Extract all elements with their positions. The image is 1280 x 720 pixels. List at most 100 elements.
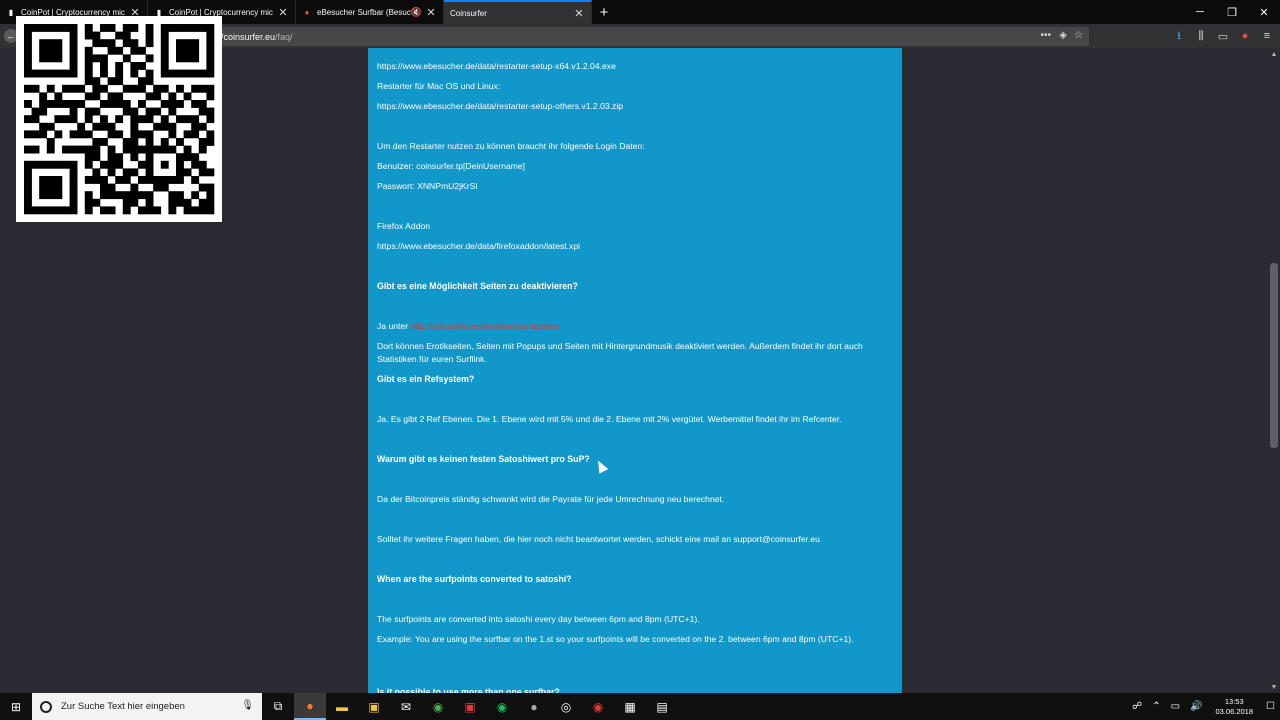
line-text: Ja. Es gibt 2 Ref Ebenen. Die 1. Ebene w… <box>377 414 842 424</box>
qr-code <box>16 16 222 222</box>
firefox-taskbar-icon[interactable]: ● <box>294 693 326 720</box>
line-text: The surfpoints are converted into satosh… <box>377 614 700 624</box>
library-icon[interactable]: ⫼ <box>1194 28 1208 44</box>
line-text: Example: You are using the surfbar on th… <box>377 634 854 644</box>
notifications-icon[interactable]: ☐ <box>1261 701 1280 712</box>
close-window-icon[interactable]: ✕ <box>1248 0 1280 24</box>
faq-text-line: Example: You are using the surfbar on th… <box>377 633 892 646</box>
store-icon[interactable]: ▣ <box>358 693 390 720</box>
scroll-down-icon[interactable]: ▼ <box>1268 681 1280 693</box>
faq-text-line: https://www.ebesucher.de/data/restarter-… <box>377 60 892 73</box>
surfoptions-link[interactable]: http://coinsurfer.eu/member/surfoptions <box>410 321 559 331</box>
line-text: Dort können Erotikseiten, Seiten mit Pop… <box>377 341 863 364</box>
line-text: Um den Restarter nutzen zu können brauch… <box>377 141 645 151</box>
people-icon[interactable]: ☍ <box>1127 701 1147 712</box>
tab-coinsurfer[interactable]: Coinsurfer ✕ <box>444 0 592 24</box>
line-text: Warum gibt es keinen festen Satoshiwert … <box>377 454 590 464</box>
faq-text-line: Restarter für Mac OS und Linux: <box>377 80 892 93</box>
faq-text-line: Da der Bitcoinpreis ständig schwankt wir… <box>377 493 892 506</box>
cortana-icon <box>40 700 52 713</box>
taskbar: ⊞ Zur Suche Text hier eingeben 🎙 ⧉ ● ▬ ▣… <box>0 693 1280 720</box>
bookmark-star-icon[interactable]: ☆ <box>1074 30 1083 41</box>
toolbar-icons: ⭳ ⫼ ▭ ● ≡ <box>1172 28 1274 44</box>
calculator-icon[interactable]: ▦ <box>614 693 646 720</box>
faq-text-line: Dort können Erotikseiten, Seiten mit Pop… <box>377 340 892 366</box>
windows-start-icon[interactable]: ⊞ <box>0 693 32 720</box>
mail-icon[interactable]: ✉ <box>390 693 422 720</box>
app-red-icon[interactable]: ▣ <box>454 693 486 720</box>
faq-content: https://www.ebesucher.de/data/restarter-… <box>368 48 902 693</box>
line-text: Da der Bitcoinpreis ständig schwankt wir… <box>377 494 725 504</box>
menu-icon[interactable]: ≡ <box>1260 28 1274 44</box>
pocket-icon[interactable]: ◈ <box>1059 30 1067 41</box>
app-grey-icon[interactable]: ● <box>518 693 550 720</box>
file-explorer-icon[interactable]: ▬ <box>326 693 358 720</box>
faq-text-line: Ja. Es gibt 2 Ref Ebenen. Die 1. Ebene w… <box>377 413 892 426</box>
close-tab-icon[interactable]: ✕ <box>277 6 289 19</box>
tab-title: eBesucher Surfbar (Besuch <box>317 7 411 17</box>
chrome-icon[interactable]: ◉ <box>422 693 454 720</box>
task-view-icon[interactable]: ⧉ <box>262 693 294 720</box>
scroll-up-icon[interactable]: ▲ <box>1268 48 1280 60</box>
line-text: https://www.ebesucher.de/data/restarter-… <box>377 101 624 111</box>
faq-question: Gibt es ein Refsystem? <box>377 373 892 386</box>
faq-text-line: Firefox Addon <box>377 220 892 233</box>
tab-ebesucher[interactable]: ● eBesucher Surfbar (Besuch 🔇 ✕ <box>296 0 444 24</box>
taskbar-search-box[interactable]: Zur Suche Text hier eingeben 🎙 <box>32 693 262 720</box>
obs-icon[interactable]: ◎ <box>550 693 582 720</box>
faq-text-line: https://www.ebesucher.de/data/restarter-… <box>377 100 892 113</box>
clock-time: 13:53 <box>1224 696 1244 706</box>
faq-text-line: Passwort: XNNPmU2jKrSl <box>377 180 892 193</box>
spotify-icon[interactable]: ◉ <box>486 693 518 720</box>
vertical-scrollbar[interactable]: ▲ ▼ <box>1268 48 1280 693</box>
faq-text-line: Benutzer: coinsurfer.tp[DeinUsername] <box>377 160 892 173</box>
close-tab-icon[interactable]: ✕ <box>425 6 437 19</box>
taskbar-clock[interactable]: 13:53 03.06.2018 <box>1207 697 1261 717</box>
faq-question: Is it possible to use more than one surf… <box>377 686 892 693</box>
line-text: https://www.ebesucher.de/data/firefoxadd… <box>377 241 581 251</box>
faq-question: Gibt es eine Möglichkeit Seiten zu deakt… <box>377 280 892 293</box>
app-window-icon[interactable]: ▤ <box>646 693 678 720</box>
scrollbar-thumb[interactable] <box>1270 263 1278 448</box>
line-text: Benutzer: coinsurfer.tp[DeinUsername] <box>377 161 526 171</box>
faq-question: When are the surfpoints converted to sat… <box>377 573 892 586</box>
faq-question: Warum gibt es keinen festen Satoshiwert … <box>377 453 892 466</box>
download-icon[interactable]: ⭳ <box>1172 28 1186 44</box>
minimize-icon[interactable]: ─ <box>1184 0 1216 24</box>
faq-text-line: The surfpoints are converted into satosh… <box>377 613 892 626</box>
page-actions-icon[interactable]: ••• <box>1040 30 1051 41</box>
muted-audio-icon[interactable]: 🔇 <box>411 7 422 18</box>
line-text: Gibt es eine Möglichkeit Seiten zu deakt… <box>377 281 578 291</box>
url-host: ://coinsurfer.eu <box>216 31 276 42</box>
search-placeholder: Zur Suche Text hier eingeben <box>61 701 185 712</box>
volume-icon[interactable]: 🔊 <box>1185 701 1207 712</box>
faq-text-line: Ja unter http://coinsurfer.eu/member/sur… <box>377 320 892 333</box>
line-text: Restarter für Mac OS und Linux: <box>377 81 501 91</box>
line-text: When are the surfpoints converted to sat… <box>377 574 572 584</box>
line-text: Firefox Addon <box>377 221 431 231</box>
line-text: Solltet ihr weitere Fragen haben, die hi… <box>377 534 820 544</box>
clock-date: 03.06.2018 <box>1215 706 1254 716</box>
network-icon[interactable]: ▭ <box>1166 701 1185 712</box>
faq-text-line: Um den Restarter nutzen zu können brauch… <box>377 140 892 153</box>
system-tray: ☍ ⌃ ▭ 🔊 13:53 03.06.2018 ☐ <box>1127 693 1280 720</box>
url-path: /faq/ <box>275 31 293 42</box>
restore-icon[interactable]: ❐ <box>1216 0 1248 24</box>
qr-code-graphic <box>24 24 215 215</box>
sidebar-icon[interactable]: ▭ <box>1216 28 1230 44</box>
tray-expand-icon[interactable]: ⌃ <box>1147 701 1165 712</box>
ebesucher-icon: ● <box>304 7 310 17</box>
line-text: Ja unter <box>377 321 409 331</box>
window-controls: ─ ❐ ✕ <box>1184 0 1280 24</box>
microphone-icon[interactable]: 🎙 <box>241 700 254 711</box>
faq-text-line: https://www.ebesucher.de/data/firefoxadd… <box>377 240 892 253</box>
new-tab-button[interactable]: + <box>592 0 616 24</box>
chrome-icon-2[interactable]: ◉ <box>582 693 614 720</box>
line-text: Gibt es ein Refsystem? <box>377 374 475 384</box>
line-text: Passwort: XNNPmU2jKrSl <box>377 181 478 191</box>
close-tab-icon[interactable]: ✕ <box>573 7 585 20</box>
tab-title: Coinsurfer <box>450 8 487 18</box>
faq-text-line: Solltet ihr weitere Fragen haben, die hi… <box>377 533 892 546</box>
line-text: https://www.ebesucher.de/data/restarter-… <box>377 61 616 71</box>
addon-icon[interactable]: ● <box>1238 28 1252 44</box>
